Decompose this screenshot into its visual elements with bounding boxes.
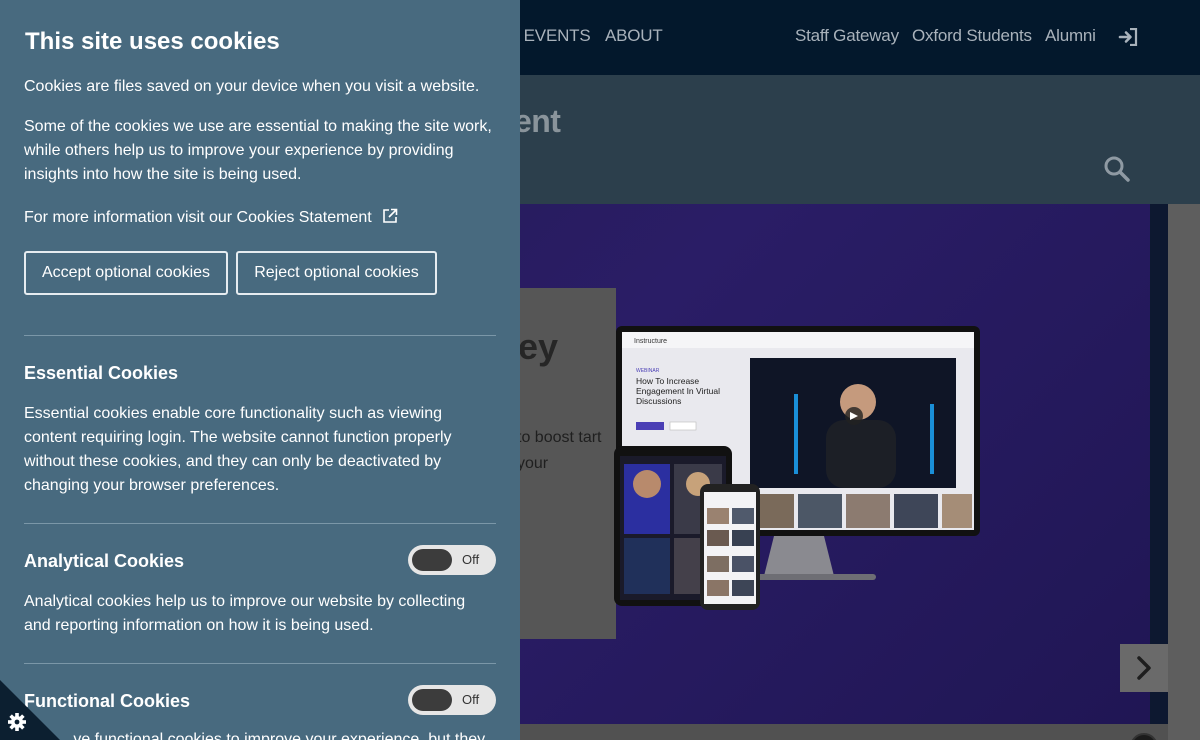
nav-about[interactable]: ABOUT	[605, 26, 663, 46]
functional-cookies-text: ...ve functional cookies to improve your…	[60, 731, 486, 740]
cookie-usage-text: Some of the cookies we use are essential…	[24, 118, 492, 183]
analytical-cookies-title: Analytical Cookies	[24, 551, 185, 571]
hero-body-text: to boost tart your	[517, 429, 602, 472]
device-mockup-image: Instructure WEBINAR How To Increase Enga…	[614, 326, 980, 610]
chevron-right-icon	[1137, 656, 1151, 680]
essential-cookies-text: Essential cookies enable core functional…	[24, 405, 452, 494]
toggle-knob	[412, 549, 452, 571]
nav-alumni[interactable]: Alumni	[1045, 26, 1096, 46]
section-divider	[24, 523, 496, 524]
section-divider	[24, 335, 496, 336]
cookies-statement-link[interactable]: For more information visit our Cookies S…	[24, 206, 398, 230]
nav-staff-gateway[interactable]: Staff Gateway	[795, 26, 899, 46]
device-tag-text: WEBINAR	[636, 368, 660, 374]
nav-oxford-students[interactable]: Oxford Students	[912, 26, 1032, 46]
toggle-knob	[412, 689, 452, 711]
cookies-statement-link-text: For more information visit our Cookies S…	[24, 209, 372, 226]
hero-side-panel	[1168, 204, 1200, 740]
hero-headline: ey	[518, 326, 559, 367]
section-divider	[24, 663, 496, 664]
external-link-icon	[383, 208, 398, 223]
reject-optional-cookies-button[interactable]: Reject optional cookies	[236, 251, 437, 295]
nav-news-events[interactable]: & EVENTS	[508, 26, 591, 46]
accept-optional-cookies-button[interactable]: Accept optional cookies	[24, 251, 228, 295]
analytical-cookies-toggle[interactable]: Off	[408, 545, 496, 575]
device-brand-text: Instructure	[634, 338, 667, 345]
cookie-settings-button[interactable]	[0, 680, 60, 740]
analytical-cookies-text: Analytical cookies help us to improve ou…	[24, 593, 466, 634]
login-icon[interactable]	[1118, 28, 1138, 46]
essential-cookies-title: Essential Cookies	[24, 363, 179, 383]
gear-icon	[8, 713, 26, 731]
cookie-intro-text: Cookies are files saved on your device w…	[24, 78, 480, 95]
carousel-next-button[interactable]	[1120, 644, 1168, 692]
toggle-state-label: Off	[462, 692, 480, 707]
functional-cookies-toggle[interactable]: Off	[408, 685, 496, 715]
toggle-state-label: Off	[462, 552, 480, 567]
search-icon[interactable]	[1103, 155, 1131, 183]
cookie-consent-panel: This site uses cookies Cookies are files…	[0, 0, 520, 740]
cookie-panel-title: This site uses cookies	[25, 28, 280, 55]
